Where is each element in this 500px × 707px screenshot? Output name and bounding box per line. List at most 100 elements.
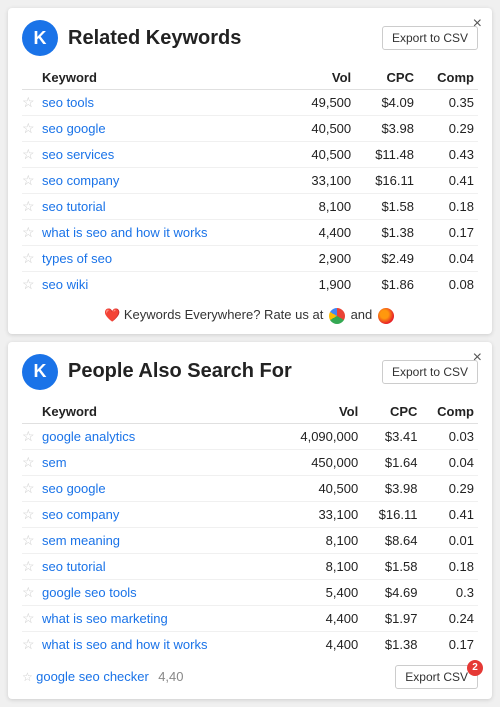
export-csv-button-bottom[interactable]: Export CSV 2 bbox=[395, 665, 478, 689]
table-row: ☆ what is seo and how it works 4,400 $1.… bbox=[22, 220, 478, 246]
table-row: ☆ seo company 33,100 $16.11 0.41 bbox=[22, 501, 478, 527]
vol-cell: 4,090,000 bbox=[277, 423, 363, 449]
cpc-col-header-2: CPC bbox=[362, 400, 421, 424]
keyword-cell: what is seo marketing bbox=[42, 605, 277, 631]
panel2-title-group: K People Also Search For bbox=[22, 354, 292, 390]
star-cell[interactable]: ☆ bbox=[22, 449, 42, 475]
star-cell[interactable]: ☆ bbox=[22, 475, 42, 501]
related-keywords-panel: × K Related Keywords Export to CSV Keywo… bbox=[8, 8, 492, 334]
table-row: ☆ sem meaning 8,100 $8.64 0.01 bbox=[22, 527, 478, 553]
comp-cell: 0.24 bbox=[421, 605, 478, 631]
table-row: ☆ seo tools 49,500 $4.09 0.35 bbox=[22, 90, 478, 116]
comp-cell: 0.29 bbox=[421, 475, 478, 501]
cpc-cell: $4.69 bbox=[362, 579, 421, 605]
star-cell[interactable]: ☆ bbox=[22, 168, 42, 194]
vol-col-header-2: Vol bbox=[277, 400, 363, 424]
comp-cell: 0.04 bbox=[421, 449, 478, 475]
cpc-col-header: CPC bbox=[355, 66, 418, 90]
keyword-col-header: Keyword bbox=[42, 66, 291, 90]
vol-cell: 4,400 bbox=[277, 605, 363, 631]
comp-col-header-2: Comp bbox=[421, 400, 478, 424]
people-also-search-table: Keyword Vol CPC Comp ☆ google analytics … bbox=[22, 400, 478, 657]
rate-text: Keywords Everywhere? Rate us at bbox=[124, 307, 323, 322]
star-cell[interactable]: ☆ bbox=[22, 423, 42, 449]
vol-col-header: Vol bbox=[291, 66, 355, 90]
vol-cell: 8,100 bbox=[291, 194, 355, 220]
cpc-cell: $3.98 bbox=[362, 475, 421, 501]
heart-icon: ❤️ bbox=[104, 308, 120, 323]
keyword-cell: google seo tools bbox=[42, 579, 277, 605]
table-row: ☆ google analytics 4,090,000 $3.41 0.03 bbox=[22, 423, 478, 449]
table-row: ☆ seo tutorial 8,100 $1.58 0.18 bbox=[22, 194, 478, 220]
keyword-col-header-2: Keyword bbox=[42, 400, 277, 424]
star-cell[interactable]: ☆ bbox=[22, 272, 42, 298]
vol-cell: 8,100 bbox=[277, 553, 363, 579]
cpc-cell: $1.86 bbox=[355, 272, 418, 298]
star-cell[interactable]: ☆ bbox=[22, 579, 42, 605]
star-cell[interactable]: ☆ bbox=[22, 194, 42, 220]
comp-cell: 0.01 bbox=[421, 527, 478, 553]
chrome-icon bbox=[329, 308, 345, 324]
comp-cell: 0.03 bbox=[421, 423, 478, 449]
comp-cell: 0.43 bbox=[418, 142, 478, 168]
comp-cell: 0.18 bbox=[418, 194, 478, 220]
vol-cell: 33,100 bbox=[277, 501, 363, 527]
table-row: ☆ seo google 40,500 $3.98 0.29 bbox=[22, 116, 478, 142]
keyword-cell: google analytics bbox=[42, 423, 277, 449]
star-cell[interactable]: ☆ bbox=[22, 116, 42, 142]
table-row: ☆ types of seo 2,900 $2.49 0.04 bbox=[22, 246, 478, 272]
vol-cell: 40,500 bbox=[277, 475, 363, 501]
table-row: ☆ seo tutorial 8,100 $1.58 0.18 bbox=[22, 553, 478, 579]
star-col-header bbox=[22, 66, 42, 90]
keyword-cell: seo google bbox=[42, 475, 277, 501]
table-row: ☆ google seo tools 5,400 $4.69 0.3 bbox=[22, 579, 478, 605]
vol-cell: 450,000 bbox=[277, 449, 363, 475]
export-csv-button-2[interactable]: Export to CSV bbox=[382, 360, 478, 384]
panel2-header: K People Also Search For Export to CSV bbox=[22, 354, 478, 390]
cpc-cell: $1.58 bbox=[362, 553, 421, 579]
comp-cell: 0.41 bbox=[418, 168, 478, 194]
vol-cell: 40,500 bbox=[291, 142, 355, 168]
cpc-cell: $16.11 bbox=[362, 501, 421, 527]
people-also-search-panel: × K People Also Search For Export to CSV… bbox=[8, 342, 492, 699]
comp-cell: 0.35 bbox=[418, 90, 478, 116]
keyword-cell: seo services bbox=[42, 142, 291, 168]
keyword-cell: what is seo and how it works bbox=[42, 220, 291, 246]
export-badge: 2 bbox=[467, 660, 483, 676]
truncated-row: ☆ google seo checker 4,40 bbox=[22, 669, 395, 684]
vol-cell: 40,500 bbox=[291, 116, 355, 142]
keyword-cell: seo company bbox=[42, 501, 277, 527]
star-cell[interactable]: ☆ bbox=[22, 631, 42, 657]
star-cell[interactable]: ☆ bbox=[22, 220, 42, 246]
close-button-1[interactable]: × bbox=[473, 16, 482, 32]
star-cell[interactable]: ☆ bbox=[22, 142, 42, 168]
table-row: ☆ seo services 40,500 $11.48 0.43 bbox=[22, 142, 478, 168]
keyword-cell: seo google bbox=[42, 116, 291, 142]
google-seo-checker-link[interactable]: google seo checker bbox=[36, 669, 149, 684]
panel1-title-group: K Related Keywords bbox=[22, 20, 241, 56]
panel1-header: K Related Keywords Export to CSV bbox=[22, 20, 478, 56]
panel1-title: Related Keywords bbox=[68, 27, 241, 50]
star-cell[interactable]: ☆ bbox=[22, 605, 42, 631]
keyword-cell: seo wiki bbox=[42, 272, 291, 298]
star-cell[interactable]: ☆ bbox=[22, 246, 42, 272]
firefox-icon bbox=[378, 308, 394, 324]
vol-cell: 2,900 bbox=[291, 246, 355, 272]
export-csv-button-1[interactable]: Export to CSV bbox=[382, 26, 478, 50]
close-button-2[interactable]: × bbox=[473, 350, 482, 366]
cpc-cell: $1.97 bbox=[362, 605, 421, 631]
cpc-cell: $1.38 bbox=[362, 631, 421, 657]
star-cell[interactable]: ☆ bbox=[22, 527, 42, 553]
cpc-cell: $3.41 bbox=[362, 423, 421, 449]
comp-cell: 0.41 bbox=[421, 501, 478, 527]
table-header-row: Keyword Vol CPC Comp bbox=[22, 66, 478, 90]
keyword-cell: seo tutorial bbox=[42, 194, 291, 220]
vol-cell: 1,900 bbox=[291, 272, 355, 298]
comp-cell: 0.29 bbox=[418, 116, 478, 142]
comp-cell: 0.17 bbox=[421, 631, 478, 657]
star-cell[interactable]: ☆ bbox=[22, 90, 42, 116]
star-cell[interactable]: ☆ bbox=[22, 553, 42, 579]
cpc-cell: $8.64 bbox=[362, 527, 421, 553]
star-cell[interactable]: ☆ bbox=[22, 501, 42, 527]
vol-cell: 8,100 bbox=[277, 527, 363, 553]
